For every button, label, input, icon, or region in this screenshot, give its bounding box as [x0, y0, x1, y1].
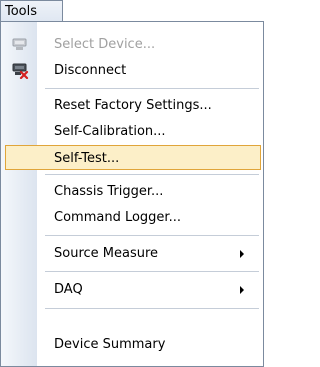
- menu-item-label: Command Logger...: [54, 210, 181, 225]
- menu-separator: [45, 308, 259, 309]
- device-connect-icon: [12, 38, 27, 50]
- menu-item-self-calibration[interactable]: Self-Calibration...: [1, 119, 263, 144]
- menu-separator: [45, 174, 259, 175]
- menu-item-label: Select Device...: [54, 37, 156, 52]
- menu-item-label: Source Measure: [54, 246, 159, 261]
- menu-item-label: Chassis Trigger...: [54, 184, 164, 199]
- menu-separator: [45, 88, 259, 89]
- menu-item-label: DAQ: [54, 282, 83, 297]
- menu-item-reset-factory-settings[interactable]: Reset Factory Settings...: [1, 93, 263, 118]
- menu-item-command-logger[interactable]: Command Logger...: [1, 205, 263, 230]
- menu-item-select-device[interactable]: Select Device...: [1, 32, 263, 57]
- menu-item-daq[interactable]: DAQ: [1, 277, 263, 302]
- tools-menu-label: Tools: [5, 4, 38, 19]
- tools-menu[interactable]: Tools: [0, 0, 63, 22]
- menu-item-label: Self-Test...: [54, 151, 120, 166]
- menu-item-disconnect[interactable]: Disconnect: [1, 58, 263, 83]
- menu-item-label: Disconnect: [54, 63, 127, 78]
- tools-dropdown-menu: Select Device... Disconnect Reset Factor…: [0, 21, 264, 367]
- chevron-right-icon: [240, 286, 244, 294]
- menu-item-label: Self-Calibration...: [54, 124, 166, 139]
- menu-separator: [45, 271, 259, 272]
- menu-item-device-summary[interactable]: Device Summary: [1, 332, 263, 357]
- menu-separator: [45, 235, 259, 236]
- menu-item-source-measure[interactable]: Source Measure: [1, 241, 263, 266]
- chevron-right-icon: [240, 250, 244, 258]
- menu-item-label: Reset Factory Settings...: [54, 98, 212, 113]
- menu-item-chassis-trigger[interactable]: Chassis Trigger...: [1, 179, 263, 204]
- menu-item-self-test[interactable]: Self-Test...: [5, 145, 261, 170]
- menu-item-label: Device Summary: [54, 337, 166, 352]
- device-disconnect-icon: [12, 63, 29, 79]
- menu-bar: Tools: [0, 0, 268, 22]
